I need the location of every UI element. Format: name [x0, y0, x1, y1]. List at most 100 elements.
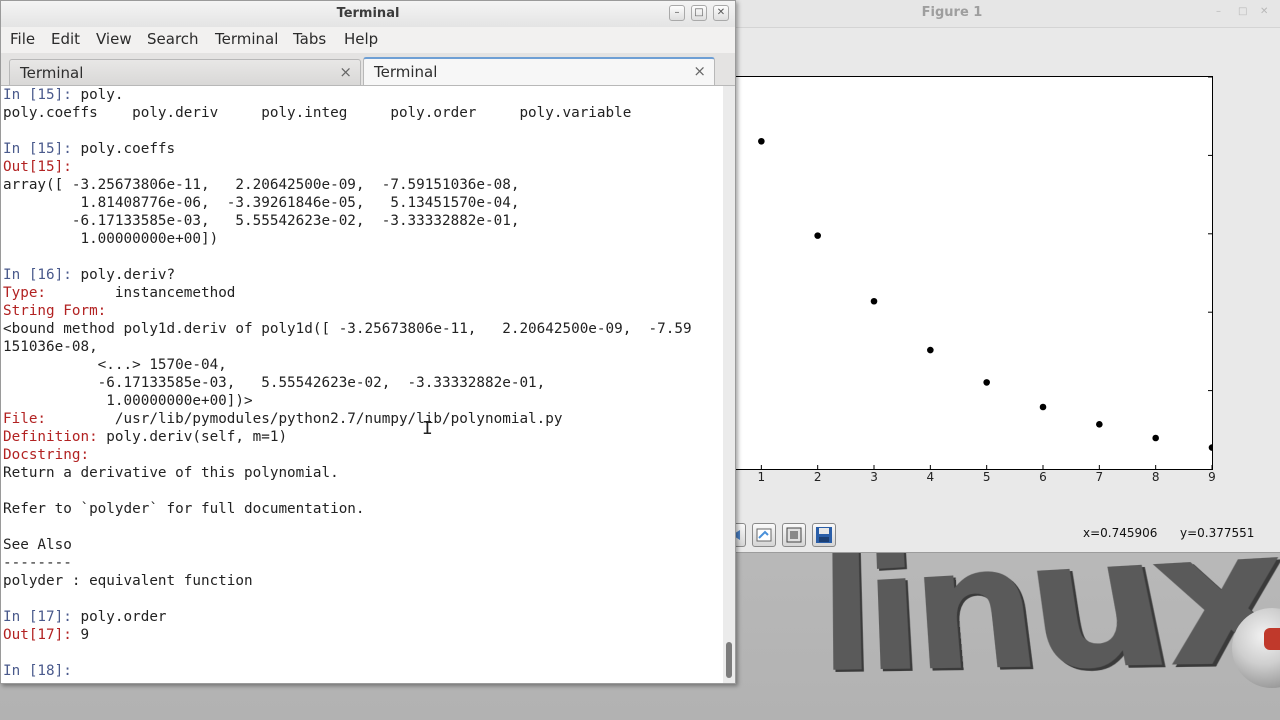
label-prompt: Docstring: [3, 447, 90, 463]
terminal-text: 1.81408776e-06, -3.39261846e-05, 5.13451… [3, 195, 520, 211]
terminal-text: poly.deriv? [80, 267, 176, 283]
terminal-title: Terminal [336, 6, 400, 21]
terminal-text: /usr/lib/pymodules/python2.7/numpy/lib/p… [97, 411, 563, 427]
tab-close-icon[interactable]: × [339, 63, 352, 81]
terminal-titlebar[interactable]: Terminal – □ ✕ [1, 1, 735, 27]
terminal-text: Refer to `polyder` for full documentatio… [3, 501, 365, 517]
x-tick-label: 5 [983, 470, 991, 484]
terminal-line: poly.coeffs poly.deriv poly.integ poly.o… [3, 104, 631, 122]
figure-minimize-button[interactable]: – [1216, 6, 1221, 17]
data-point [927, 346, 934, 354]
terminal-line: Return a derivative of this polynomial. [3, 464, 339, 482]
x-tick-label: 3 [870, 470, 878, 484]
tab-bar: Terminal × Terminal × [1, 53, 735, 86]
data-point [983, 379, 990, 386]
terminal-text: poly. [80, 87, 124, 103]
terminal-line: polyder : equivalent function [3, 572, 253, 590]
close-button[interactable]: ✕ [713, 5, 729, 21]
data-point [1096, 421, 1103, 428]
terminal-line: 1.00000000e+00]) [3, 230, 218, 248]
in-prompt: In [17]: [3, 609, 81, 625]
terminal-output[interactable]: In [15]: poly. poly.coeffs poly.deriv pol… [1, 86, 723, 683]
terminal-line: Docstring: [3, 446, 89, 464]
terminal-line: String Form: [3, 302, 106, 320]
tab-label: Terminal [374, 63, 438, 81]
scrollbar-thumb[interactable] [726, 642, 732, 678]
data-point [814, 232, 821, 239]
terminal-line: Definition: poly.deriv(self, m=1) [3, 428, 287, 446]
figure-window: Figure 1 – □ ✕ 1 2 3 4 5 6 7 8 9 x=0.745906 y=0.… [730, 0, 1280, 553]
terminal-scrollbar[interactable] [723, 86, 735, 683]
menu-file[interactable]: File [10, 30, 35, 48]
terminal-line: -------- [3, 554, 72, 572]
tab-terminal-1[interactable]: Terminal × [9, 59, 361, 85]
terminal-text: -6.17133585e-03, 5.55542623e-02, -3.3333… [3, 375, 546, 391]
terminal-line: In [16]: poly.deriv? [3, 266, 175, 284]
terminal-line: Type: instancemethod [3, 284, 235, 302]
label-prompt: File: [3, 411, 98, 427]
in-prompt: In [16]: [3, 267, 81, 283]
data-point [870, 297, 878, 305]
data-point [1208, 444, 1212, 451]
figure-statusbar: x=0.745906 y=0.377551 [730, 516, 1280, 552]
in-prompt: In [18]: [3, 663, 81, 679]
data-point [1152, 434, 1159, 442]
terminal-text: poly.coeffs poly.deriv poly.integ poly.o… [3, 105, 632, 121]
terminal-line: In [15]: poly. [3, 86, 124, 104]
terminal-text: poly.coeffs [80, 141, 176, 157]
menu-tabs[interactable]: Tabs [293, 30, 326, 48]
x-tick-label: 1 [758, 470, 766, 484]
terminal-text: 1.00000000e+00])> [3, 393, 253, 409]
data-point [758, 137, 765, 145]
cursor-y-coordinate: y=0.377551 [1180, 526, 1255, 540]
terminal-line: In [17]: poly.order [3, 608, 167, 626]
label-prompt: Type: [3, 285, 98, 301]
figure-close-button[interactable]: ✕ [1260, 6, 1268, 17]
terminal-text: -------- [3, 555, 72, 571]
wallpaper-badge-mark [1264, 628, 1280, 650]
menu-search[interactable]: Search [147, 30, 199, 48]
menu-terminal[interactable]: Terminal [215, 30, 278, 48]
text-cursor-icon: I [422, 418, 433, 439]
terminal-text: Return a derivative of this polynomial. [3, 465, 339, 481]
terminal-line: In [18]: [3, 662, 80, 680]
maximize-button[interactable]: □ [691, 5, 707, 21]
menu-help[interactable]: Help [344, 30, 378, 48]
terminal-text: 9 [80, 627, 90, 643]
in-prompt: In [15]: [3, 141, 81, 157]
terminal-line: Out[15]: [3, 158, 72, 176]
label-prompt: Definition: [3, 429, 98, 445]
terminal-text: poly.order [80, 609, 167, 625]
tab-label: Terminal [20, 64, 84, 82]
terminal-line: Refer to `polyder` for full documentatio… [3, 500, 365, 518]
out-prompt: Out[15]: [3, 159, 72, 175]
plot-axes[interactable] [736, 76, 1213, 470]
x-tick-label: 2 [814, 470, 822, 484]
terminal-text: -6.17133585e-03, 5.55542623e-02, -3.3333… [3, 213, 520, 229]
edit-axes-icon[interactable] [752, 523, 776, 547]
terminal-text: array([ -3.25673806e-11, 2.20642500e-09,… [3, 177, 520, 193]
figure-maximize-button[interactable]: □ [1238, 6, 1247, 17]
terminal-text: <...> 1570e-04, [3, 357, 227, 373]
minimize-button[interactable]: – [669, 5, 685, 21]
figure-title: Figure 1 [921, 5, 983, 20]
tab-terminal-2[interactable]: Terminal × [363, 57, 715, 85]
in-prompt: In [15]: [3, 87, 81, 103]
terminal-line: <bound method poly1d.deriv of poly1d([ -… [3, 320, 692, 338]
out-prompt: Out[17]: [3, 627, 81, 643]
terminal-text: See Also [3, 537, 72, 553]
label-prompt: String Form: [3, 303, 107, 319]
terminal-text: 1.00000000e+00]) [3, 231, 219, 247]
configure-subplots-icon[interactable] [782, 523, 806, 547]
menu-edit[interactable]: Edit [51, 30, 80, 48]
scatter-plot [758, 77, 1212, 469]
save-icon[interactable] [812, 523, 836, 547]
tab-close-icon[interactable]: × [693, 62, 706, 80]
terminal-text: <bound method poly1d.deriv of poly1d([ -… [3, 321, 692, 337]
menu-view[interactable]: View [96, 30, 132, 48]
x-tick-label: 9 [1208, 470, 1216, 484]
terminal-window: Terminal – □ ✕ File Edit View Search Ter… [0, 0, 736, 684]
terminal-line: -6.17133585e-03, 5.55542623e-02, -3.3333… [3, 212, 520, 230]
x-tick-label: 8 [1152, 470, 1160, 484]
figure-titlebar[interactable]: Figure 1 – □ ✕ [736, 0, 1280, 28]
